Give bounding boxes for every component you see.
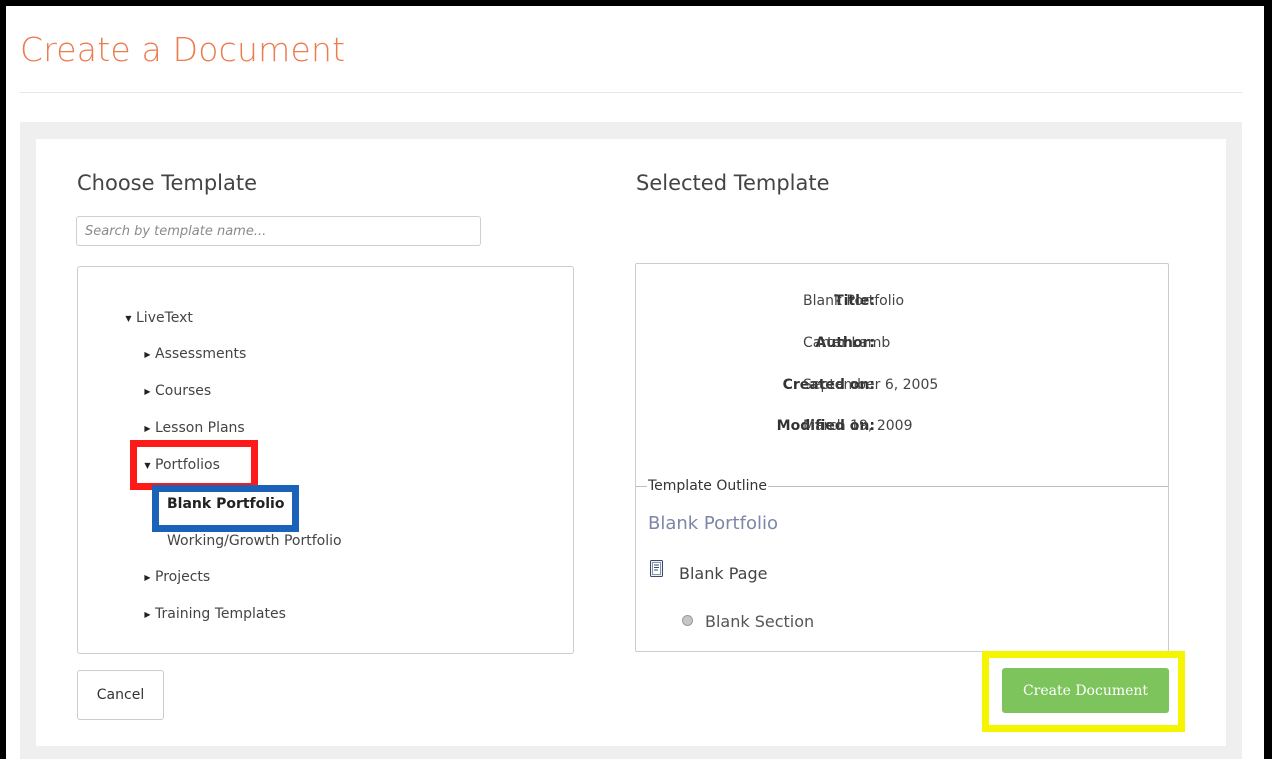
cancel-button[interactable]: Cancel — [77, 670, 164, 720]
section-bullet-icon — [682, 615, 693, 626]
page-title: Create a Document — [20, 30, 346, 69]
tree-node-livetext[interactable]: ▼ LiveText — [124, 310, 193, 326]
template-details-box — [635, 263, 1169, 652]
title-value: Blank Portfolio — [803, 293, 905, 309]
tree-node-working-growth-portfolio[interactable]: Working/Growth Portfolio — [167, 533, 342, 549]
tree-node-projects[interactable]: ▶ Projects — [143, 569, 210, 585]
template-outline-legend: Template Outline — [647, 478, 768, 494]
choose-template-heading: Choose Template — [77, 171, 258, 195]
caret-right-icon: ▶ — [144, 609, 151, 619]
outline-title: Blank Portfolio — [648, 513, 778, 534]
tree-node-label: Working/Growth Portfolio — [167, 533, 342, 549]
highlight-box-blue — [152, 485, 299, 532]
modified-on-value: March 19, 2009 — [803, 418, 913, 434]
caret-right-icon: ▶ — [144, 423, 151, 433]
document-page-icon — [650, 560, 663, 577]
title-divider — [20, 92, 1242, 93]
caret-right-icon: ▶ — [144, 572, 151, 582]
caret-right-icon: ▶ — [144, 386, 151, 396]
tree-node-label: Assessments — [155, 346, 247, 362]
author-value: Carter Lamb — [803, 335, 891, 351]
highlight-box-red — [130, 440, 258, 490]
tree-node-label: Courses — [155, 383, 212, 399]
outline-page-item: Blank Page — [679, 564, 768, 583]
tree-node-courses[interactable]: ▶ Courses — [143, 383, 211, 399]
tree-node-assessments[interactable]: ▶ Assessments — [143, 346, 246, 362]
tree-node-label: Training Templates — [155, 606, 286, 622]
outline-section-item: Blank Section — [705, 612, 815, 631]
selected-template-heading: Selected Template — [636, 171, 830, 195]
tree-node-training-templates[interactable]: ▶ Training Templates — [143, 606, 286, 622]
caret-down-icon: ▼ — [125, 313, 132, 323]
template-search-input[interactable] — [76, 216, 481, 246]
tree-node-lesson-plans[interactable]: ▶ Lesson Plans — [143, 420, 245, 436]
tree-node-label: Lesson Plans — [155, 420, 245, 436]
tree-node-label: Projects — [155, 569, 211, 585]
caret-right-icon: ▶ — [144, 349, 151, 359]
create-document-button[interactable]: Create Document — [1002, 668, 1169, 713]
created-on-value: September 6, 2005 — [803, 377, 939, 393]
tree-node-label: LiveText — [136, 310, 193, 326]
